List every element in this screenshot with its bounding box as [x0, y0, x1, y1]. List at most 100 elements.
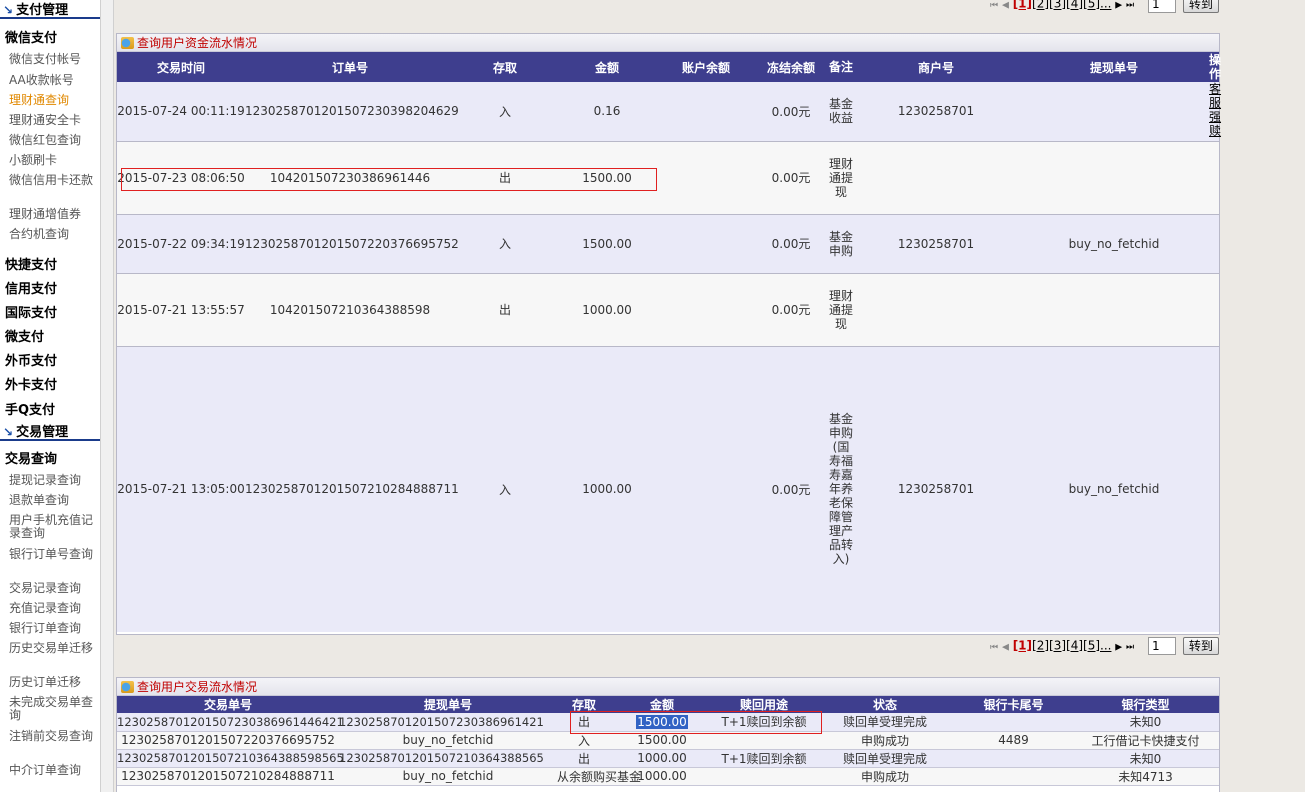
sidebar-item-history-order[interactable]: 历史订单迁移 — [9, 676, 97, 689]
cell-status: 申购成功 — [815, 731, 955, 750]
page-link[interactable]: [5]... — [1083, 639, 1111, 653]
cell-use — [713, 731, 815, 750]
last-page-icon[interactable]: ⏭ — [1126, 1, 1134, 11]
fund-flow-title: 查询用户资金流水情况 — [117, 34, 1219, 52]
cell-bank: 工行借记卡快捷支付 — [1072, 731, 1219, 750]
sidebar-group-foreign[interactable]: 外币支付 — [5, 350, 57, 369]
cell-status: 申购成功 — [815, 767, 955, 786]
sidebar-item-contract-phone[interactable]: 合约机查询 — [9, 228, 97, 241]
goto-button[interactable]: 转到 — [1182, 637, 1219, 655]
sidebar-item-refund[interactable]: 退款单查询 — [9, 494, 97, 507]
page-current[interactable]: [1] — [1013, 639, 1032, 653]
cell-op: 客服强赎 — [1209, 82, 1221, 142]
sidebar-item-licaitong-card[interactable]: 理财通安全卡 — [9, 114, 97, 127]
sidebar-group-qq[interactable]: 手Q支付 — [5, 399, 55, 418]
sidebar-item-bank-order[interactable]: 银行订单查询 — [9, 622, 97, 635]
force-redeem-link[interactable]: 客服强赎 — [1209, 82, 1221, 138]
first-page-icon[interactable]: ⏮ — [990, 643, 998, 653]
cell-card-tail — [955, 713, 1072, 732]
cell-time: 2015-07-21 13:55:57 — [117, 273, 245, 347]
cell-withdraw-no: 1230258701201507210364388565 — [339, 749, 557, 768]
sidebar-group-intl[interactable]: 国际支付 — [5, 302, 57, 321]
sidebar-group-foreign-card[interactable]: 外卡支付 — [5, 374, 57, 393]
cell-time: 2015-07-22 09:34:19 — [117, 214, 245, 274]
cell-io: 入 — [455, 214, 555, 274]
cell-withdraw-no: 1230258701201507230386961421 — [339, 713, 557, 732]
col-header: 账户余额 — [659, 52, 753, 82]
table-header-row: 交易时间 订单号 存取 金额 账户余额 冻结余额 备注 商户号 提现单号 操作 — [117, 52, 1221, 82]
sidebar-item-credit-repay[interactable]: 微信信用卡还款 — [9, 174, 97, 187]
page-link[interactable]: [4] — [1066, 0, 1083, 11]
cell-time: 2015-07-21 13:05:00 — [117, 346, 245, 632]
cell-amount: 1500.00 — [555, 214, 659, 274]
cell-op — [1209, 141, 1219, 215]
col-header: 交易单号 — [117, 696, 339, 713]
sidebar-item-recharge-record[interactable]: 充值记录查询 — [9, 602, 97, 615]
cell-trade-no: 1230258701201507220376695752 — [117, 731, 339, 750]
sidebar-item-coupon[interactable]: 理财通增值券 — [9, 208, 97, 221]
sidebar-item-bank-order-no[interactable]: 银行订单号查询 — [9, 548, 97, 561]
cell-note: 理财通提现 — [829, 141, 853, 215]
goto-button[interactable]: 转到 — [1182, 0, 1219, 13]
page-current[interactable]: [1] — [1013, 0, 1032, 11]
col-header: 冻结余额 — [753, 52, 829, 82]
sidebar-group-micro[interactable]: 微支付 — [5, 326, 44, 345]
sidebar-item-weixin-account[interactable]: 微信支付帐号 — [9, 53, 97, 66]
cell-amount: 1500.00 — [555, 141, 659, 215]
selected-amount: 1500.00 — [636, 714, 688, 729]
table-row: 2015-07-22 09:34:19 12302587012015072203… — [117, 214, 1219, 274]
cell-balance — [659, 346, 753, 632]
cell-use: T+1赎回到余额 — [713, 749, 815, 768]
page-number-input[interactable] — [1147, 0, 1176, 13]
sidebar-item-trade-record[interactable]: 交易记录查询 — [9, 582, 97, 595]
next-page-icon[interactable]: ▶ — [1115, 643, 1122, 653]
arrow-icon: ↘ — [3, 425, 14, 439]
sidebar-scrollbar[interactable] — [100, 0, 114, 792]
globe-icon — [121, 37, 134, 49]
sidebar-group-weixin[interactable]: 微信支付 — [5, 27, 57, 46]
sidebar-item-unfinished[interactable]: 未完成交易单查询 — [9, 696, 97, 722]
cell-withdraw — [1019, 82, 1209, 142]
sidebar-item-redpacket[interactable]: 微信红包查询 — [9, 134, 97, 147]
col-header: 赎回用途 — [713, 696, 815, 713]
table-row: 1230258701201507220376695752 buy_no_fetc… — [117, 731, 1219, 750]
page-number-input[interactable] — [1147, 637, 1176, 655]
sidebar-item-phone-recharge[interactable]: 用户手机充值记录查询 — [9, 514, 97, 540]
sidebar-group-quick[interactable]: 快捷支付 — [5, 254, 57, 273]
cell-balance — [659, 82, 753, 142]
page-link[interactable]: [3] — [1049, 639, 1066, 653]
sidebar-item-withdraw-record[interactable]: 提现记录查询 — [9, 474, 97, 487]
page-link[interactable]: [5]... — [1083, 0, 1111, 11]
last-page-icon[interactable]: ⏭ — [1126, 643, 1134, 653]
sidebar-item-aa-account[interactable]: AA收款帐号 — [9, 74, 97, 87]
sidebar-group-trade-query[interactable]: 交易查询 — [5, 448, 57, 467]
sidebar-section-payment[interactable]: ↘ 支付管理 — [0, 1, 100, 19]
cell-order: 1230258701201507210284888711 — [245, 346, 459, 632]
first-page-icon[interactable]: ⏮ — [990, 1, 998, 11]
sidebar-group-credit[interactable]: 信用支付 — [5, 278, 57, 297]
sidebar-section-trade[interactable]: ↘ 交易管理 — [0, 423, 100, 441]
cell-order: 104201507210364388598 — [245, 273, 455, 347]
table-row: 1230258701201507210364388598565 12302587… — [117, 749, 1219, 768]
sidebar-item-small-swipe[interactable]: 小额刷卡 — [9, 154, 97, 167]
sidebar-item-pre-cancel[interactable]: 注销前交易查询 — [9, 730, 97, 743]
cell-note: 理财通提现 — [829, 273, 853, 347]
cell-io: 从余额购买基金 — [557, 767, 641, 786]
page-link[interactable]: [2] — [1032, 639, 1049, 653]
page-link[interactable]: [3] — [1049, 0, 1066, 11]
page-link[interactable]: [2] — [1032, 0, 1049, 11]
col-header: 备注 — [829, 52, 853, 82]
prev-page-icon[interactable]: ◀ — [1002, 1, 1009, 11]
next-page-icon[interactable]: ▶ — [1115, 1, 1122, 11]
sidebar-item-licaitong-query[interactable]: 理财通查询 — [9, 94, 97, 107]
sidebar-item-agent-order[interactable]: 中介订单查询 — [9, 764, 97, 777]
cell-withdraw: buy_no_fetchid — [1019, 214, 1209, 274]
cell-io: 出 — [557, 749, 611, 768]
page-link[interactable]: [4] — [1066, 639, 1083, 653]
cell-status: 赎回单受理完成 — [815, 713, 955, 732]
cell-withdraw — [1019, 141, 1209, 215]
prev-page-icon[interactable]: ◀ — [1002, 643, 1009, 653]
sidebar-item-history-migrate[interactable]: 历史交易单迁移 — [9, 642, 97, 655]
cell-balance — [659, 273, 753, 347]
cell-use — [713, 767, 815, 786]
